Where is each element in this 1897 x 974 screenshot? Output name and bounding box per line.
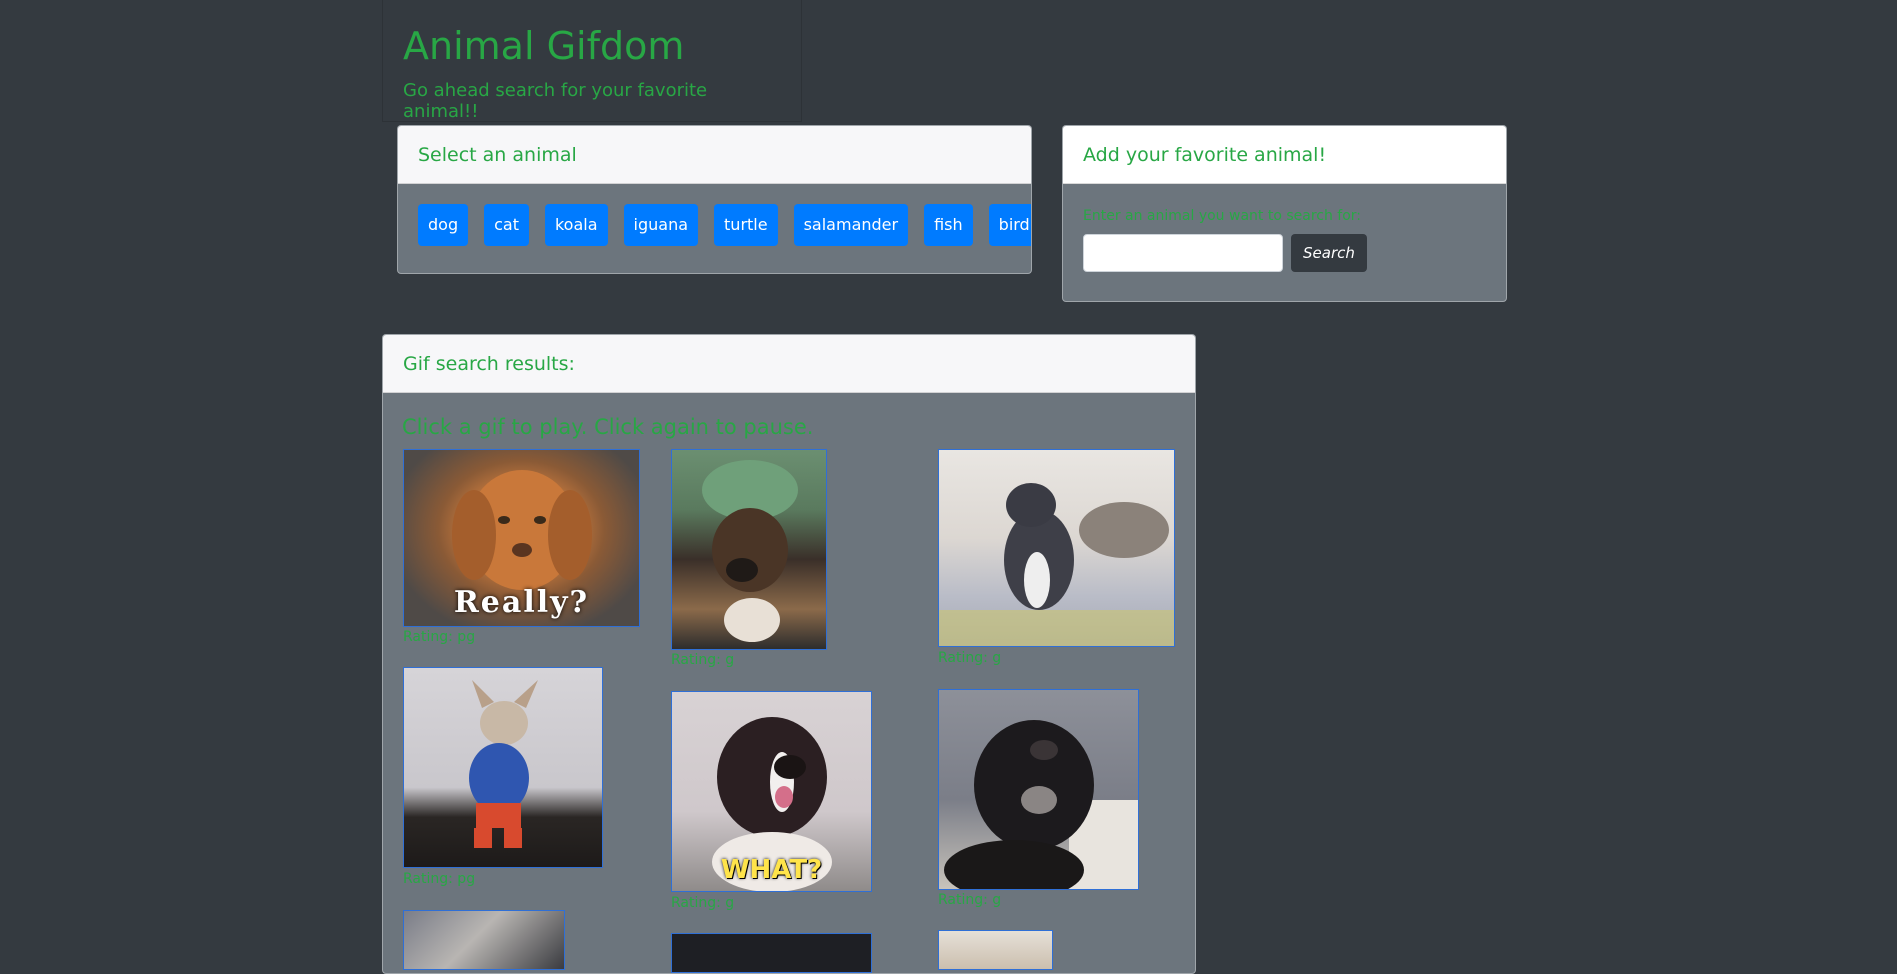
results-card: Gif search results: Click a gif to play.… — [382, 334, 1196, 974]
gif-image[interactable] — [938, 930, 1053, 970]
gif-rating: Rating: g — [671, 895, 735, 911]
gif-rating: Rating: g — [671, 652, 735, 668]
animal-button-fish[interactable]: fish — [924, 204, 973, 246]
search-button[interactable]: Search — [1291, 234, 1367, 272]
gif-caption: WHAT? — [720, 855, 823, 885]
page-subtitle: Go ahead search for your favorite animal… — [403, 80, 708, 122]
gif-image[interactable] — [403, 910, 565, 970]
animal-select-header: Select an animal — [398, 126, 1031, 184]
gif-caption: Really? — [453, 585, 590, 620]
animal-select-card: Select an animal dog cat koala iguana tu… — [397, 125, 1032, 274]
add-animal-label: Enter an animal you want to search for: — [1083, 208, 1362, 224]
gif-image[interactable] — [671, 933, 872, 973]
add-animal-header: Add your favorite animal! — [1063, 126, 1506, 184]
animal-button-bird[interactable]: bird — [988, 204, 1031, 246]
gif-rating: Rating: g — [938, 650, 1002, 666]
gif-image[interactable] — [938, 689, 1139, 890]
dog-image-icon — [469, 680, 538, 848]
page-header: Animal Gifdom Go ahead search for your f… — [382, 0, 802, 122]
gif-rating: Rating: pg — [403, 871, 476, 887]
dog-image-icon — [702, 460, 798, 642]
animal-button-row: dog cat koala iguana turtle salamander f… — [398, 184, 1031, 246]
animal-search-input[interactable] — [1083, 234, 1283, 272]
dog-image-icon — [944, 720, 1138, 889]
animal-button-dog[interactable]: dog — [418, 204, 469, 246]
gif-image[interactable]: WHAT? — [671, 691, 872, 892]
gif-rating: Rating: g — [938, 892, 1002, 908]
page-title: Animal Gifdom — [403, 24, 685, 68]
animal-button-salamander[interactable]: salamander — [793, 204, 909, 246]
animal-button-koala[interactable]: koala — [544, 204, 608, 246]
gif-image[interactable] — [671, 449, 827, 650]
gif-rating: Rating: pg — [403, 629, 476, 645]
dog-image-icon — [939, 483, 1174, 646]
animal-button-cat[interactable]: cat — [484, 204, 529, 246]
animal-button-iguana[interactable]: iguana — [623, 204, 699, 246]
add-animal-card: Add your favorite animal! Enter an anima… — [1062, 125, 1507, 302]
gif-image[interactable] — [938, 449, 1175, 647]
gif-image[interactable] — [403, 667, 603, 868]
results-instruction: Click a gif to play. Click again to paus… — [402, 415, 814, 439]
results-header: Gif search results: — [383, 335, 1195, 393]
gif-image[interactable]: Really? — [403, 449, 640, 627]
animal-button-turtle[interactable]: turtle — [714, 204, 778, 246]
